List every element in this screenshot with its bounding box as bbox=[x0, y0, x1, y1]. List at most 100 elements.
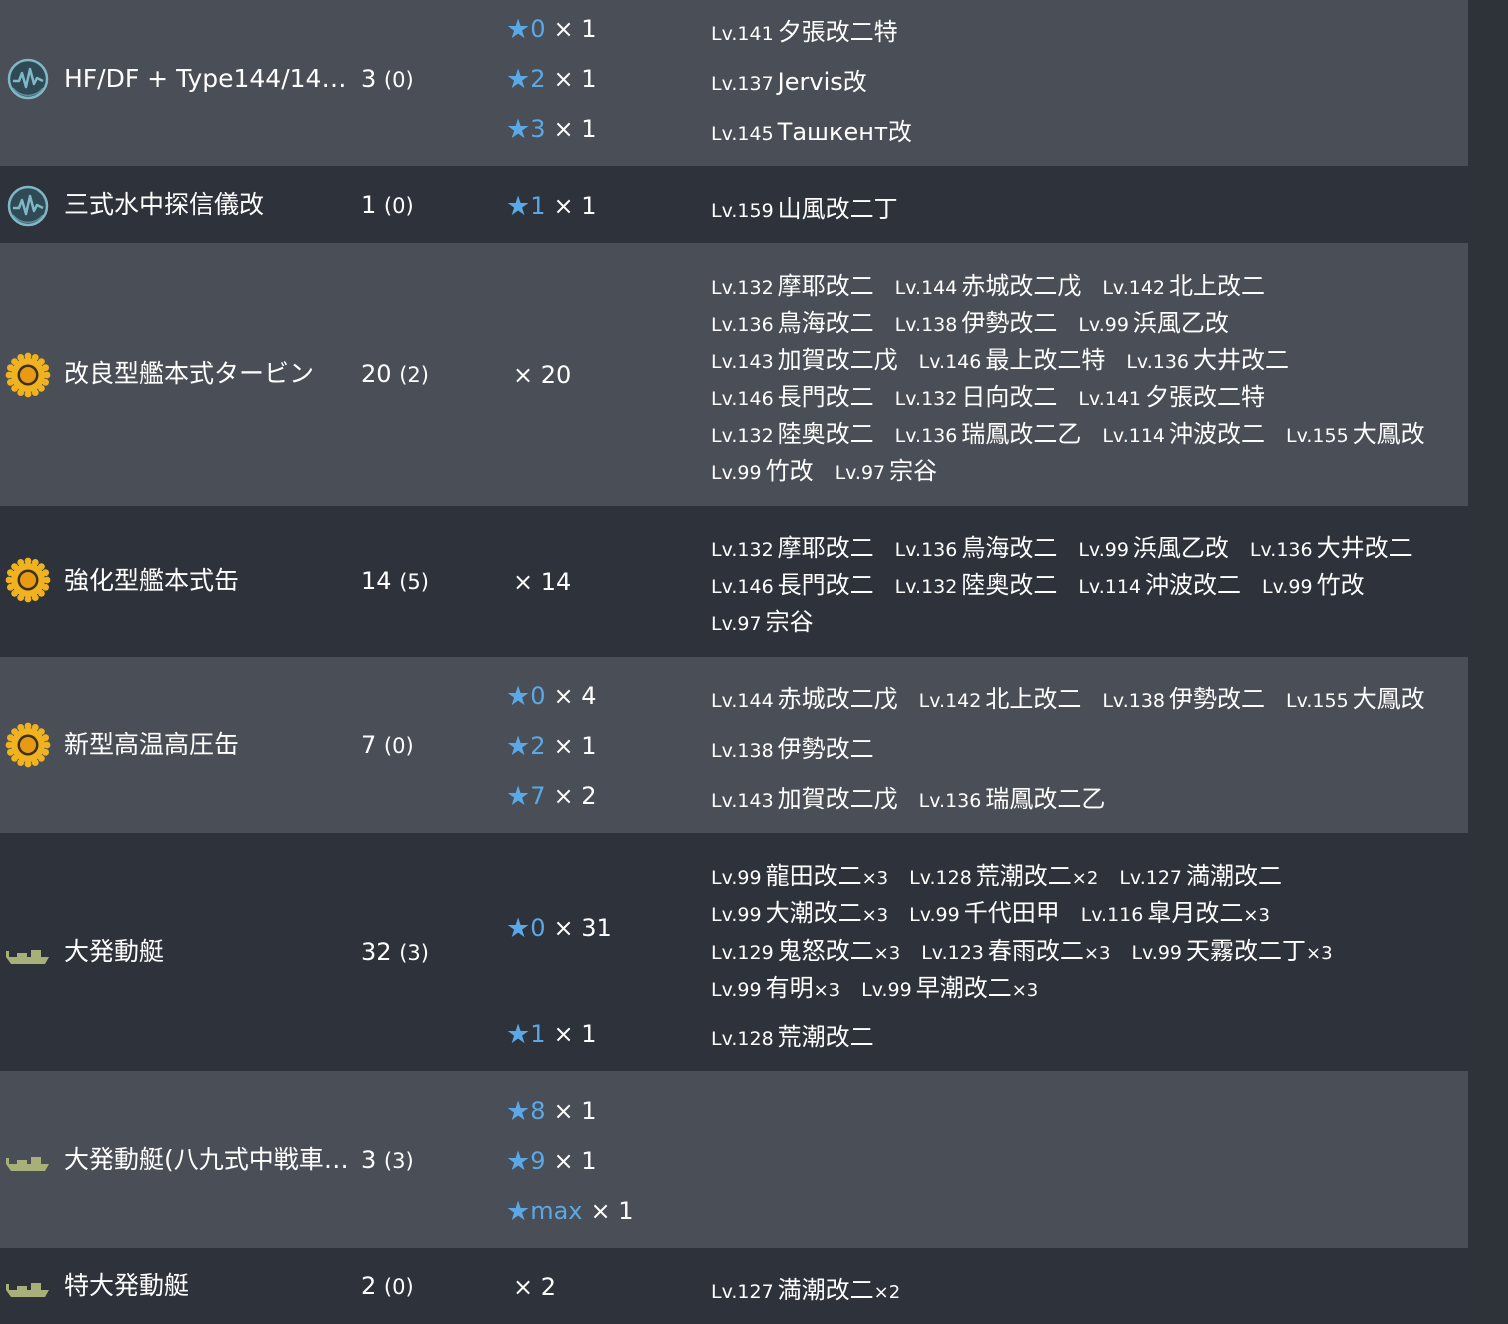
ship-name: 伊勢改二 bbox=[1169, 684, 1266, 713]
ship-level: Lv.127 bbox=[711, 1280, 774, 1303]
ship-level: Lv.99 bbox=[711, 866, 762, 889]
ship-entry[interactable]: Lv.155 大鳳改 bbox=[1286, 414, 1425, 449]
ship-entry[interactable]: Lv.99 有明 ×3 bbox=[711, 968, 840, 1003]
ship-entry[interactable]: Lv.144 赤城改二戊 bbox=[895, 266, 1082, 301]
equipment-row[interactable]: 特大発動艇 2 (0) × 2 Lv.127 満潮改二 ×2 bbox=[0, 1248, 1468, 1324]
ship-entry[interactable]: Lv.116 皐月改二 ×3 bbox=[1081, 893, 1270, 928]
ship-entry[interactable]: Lv.137 Jervis改 bbox=[711, 62, 867, 97]
ship-level: Lv.114 bbox=[1102, 424, 1166, 447]
ship-entry[interactable]: Lv.132 陸奥改二 bbox=[895, 565, 1058, 600]
ship-entry[interactable]: Lv.146 長門改二 bbox=[711, 565, 874, 600]
ship-entry[interactable]: Lv.136 瑞鳳改二乙 bbox=[919, 779, 1106, 814]
ship-level: Lv.142 bbox=[1102, 276, 1166, 299]
ship-entry[interactable]: Lv.138 伊勢改二 bbox=[711, 729, 874, 764]
equipment-row[interactable]: HF/DF + Type144/147 ASDIC3 (0)★0× 1Lv.14… bbox=[0, 0, 1468, 166]
star-icon: ★ bbox=[506, 13, 531, 45]
ship-level: Lv.99 bbox=[711, 978, 762, 1001]
equipment-count: 3 (3) bbox=[361, 1144, 414, 1177]
engine-icon bbox=[5, 352, 51, 398]
equipment-name: 新型高温高圧缶 bbox=[64, 730, 240, 759]
improvement-group: ★ 2 × 1 bbox=[506, 727, 597, 765]
ship-entry[interactable]: Lv.127 満潮改二 bbox=[1119, 856, 1282, 891]
ship-entry[interactable]: Lv.99 早潮改二 ×3 bbox=[861, 968, 1038, 1003]
ship-entry[interactable]: Lv.142 北上改二 bbox=[919, 679, 1082, 714]
equipment-row[interactable]: 強化型艦本式缶 14 (5) × 14 Lv.132 摩耶改二 Lv.136 鳥海改二 Lv.… bbox=[0, 506, 1468, 657]
improvement-group: ★ 8 × 1 bbox=[506, 1092, 597, 1130]
ship-entry[interactable]: Lv.99 浜風乙改 bbox=[1078, 303, 1229, 338]
ship-entry[interactable]: Lv.97 宗谷 bbox=[711, 602, 814, 637]
ship-entry[interactable]: Lv.159 山風改二丁 bbox=[711, 189, 898, 224]
ship-entry[interactable]: Lv.114 沖波改二 bbox=[1102, 414, 1265, 449]
ship-level: Lv.136 bbox=[711, 313, 774, 336]
ship-entry[interactable]: Lv.145 Ташкент改 bbox=[711, 112, 912, 147]
equipment-count: 3 (0) bbox=[361, 63, 414, 96]
ship-entry[interactable]: Lv.136 大井改二 bbox=[1250, 528, 1413, 563]
ship-entry[interactable]: Lv.99 竹改 bbox=[1262, 565, 1365, 600]
star-icon: ★ bbox=[506, 63, 531, 95]
ship-entry[interactable]: Lv.136 鳥海改二 bbox=[895, 528, 1058, 563]
ship-line: Lv.132 摩耶改二 Lv.144 赤城改二戊 Lv.142 北上改二 bbox=[711, 266, 1286, 300]
ship-entry[interactable]: Lv.99 千代田甲 bbox=[909, 893, 1060, 928]
landing-craft-icon bbox=[5, 931, 51, 977]
ship-entry[interactable]: Lv.97 宗谷 bbox=[835, 451, 938, 486]
ship-entry[interactable]: Lv.138 伊勢改二 bbox=[1102, 679, 1265, 714]
ship-entry[interactable]: Lv.132 摩耶改二 bbox=[711, 528, 874, 563]
ship-entry[interactable]: Lv.132 摩耶改二 bbox=[711, 266, 874, 301]
scrollbar-track[interactable] bbox=[1468, 0, 1508, 1324]
ship-level: Lv.138 bbox=[894, 313, 958, 336]
ship-entry[interactable]: Lv.143 加賀改二戊 bbox=[711, 340, 898, 375]
ship-entry[interactable]: Lv.128 荒潮改二 ×2 bbox=[909, 856, 1098, 891]
ship-entry[interactable]: Lv.99 竹改 bbox=[711, 451, 814, 486]
ship-entry[interactable]: Lv.127 満潮改二 ×2 bbox=[711, 1270, 900, 1305]
ship-entry[interactable]: Lv.136 大井改二 bbox=[1126, 340, 1289, 375]
ship-entry[interactable]: Lv.146 長門改二 bbox=[711, 377, 874, 412]
star-icon: ★ bbox=[506, 1145, 531, 1177]
ship-entry[interactable]: Lv.99 天霧改二丁 ×3 bbox=[1131, 931, 1332, 966]
ship-entry[interactable]: Lv.141 夕張改二特 bbox=[711, 12, 898, 47]
ship-name: 天霧改二丁 bbox=[1186, 936, 1307, 965]
count-total: 14 bbox=[361, 567, 392, 595]
ship-line: Lv.138 伊勢改二 bbox=[711, 729, 895, 763]
ship-entry[interactable]: Lv.99 浜風乙改 bbox=[1078, 528, 1229, 563]
equipment-row[interactable]: 大発動艇 32 (3) ★ 0 × 31 Lv.99 龍田改二 ×3 Lv.128 荒潮改二 ×2 L… bbox=[0, 833, 1468, 1071]
ship-entry[interactable]: Lv.132 日向改二 bbox=[895, 377, 1058, 412]
ship-name: 長門改二 bbox=[777, 570, 874, 599]
equipment-row[interactable]: 改良型艦本式タービン 20 (2) × 20 Lv.132 摩耶改二 Lv.144 赤城改二… bbox=[0, 243, 1468, 506]
ship-level: Lv.146 bbox=[711, 575, 774, 598]
improvement-level: 0 bbox=[530, 15, 546, 43]
equipment-row[interactable]: 大発動艇(八九式中戦車&陸戦隊)3 (3)★8× 1★9× 1★max× 1 bbox=[0, 1071, 1468, 1248]
ship-level: Lv.128 bbox=[909, 866, 972, 889]
ship-line: Lv.159 山風改二丁 bbox=[711, 189, 919, 223]
ship-line: Lv.143 加賀改二戊 Lv.136 瑞鳳改二乙 bbox=[711, 779, 1126, 813]
ship-entry[interactable]: Lv.99 大潮改二 ×3 bbox=[711, 893, 888, 928]
ship-entry[interactable]: Lv.136 鳥海改二 bbox=[711, 303, 874, 338]
ship-level: Lv.132 bbox=[711, 424, 774, 447]
ship-entry[interactable]: Lv.143 加賀改二戊 bbox=[711, 779, 898, 814]
ship-entry[interactable]: Lv.132 陸奥改二 bbox=[711, 414, 874, 449]
ship-entry[interactable]: Lv.128 荒潮改二 bbox=[711, 1017, 874, 1052]
ship-name: 荒潮改二 bbox=[975, 861, 1072, 890]
ship-level: Lv.116 bbox=[1080, 903, 1144, 926]
ship-entry[interactable]: Lv.136 瑞鳳改二乙 bbox=[895, 414, 1082, 449]
equipment-name: 大発動艇 bbox=[64, 937, 165, 966]
improvement-group: ★ 0 × 31 bbox=[506, 909, 612, 947]
ship-line: Lv.99 有明 ×3 Lv.99 早潮改二 ×3 bbox=[711, 968, 1059, 1002]
ship-entry[interactable]: Lv.155 大鳳改 bbox=[1286, 679, 1425, 714]
ship-name: 大井改二 bbox=[1316, 533, 1413, 562]
ship-entry[interactable]: Lv.138 伊勢改二 bbox=[895, 303, 1058, 338]
ship-entry[interactable]: Lv.146 最上改二特 bbox=[919, 340, 1106, 375]
ship-name: 陸奥改二 bbox=[961, 570, 1058, 599]
equipment-row[interactable]: 三式水中探信儀改 1 (0) ★ 1 × 1 Lv.159 山風改二丁 bbox=[0, 166, 1468, 243]
ship-name: 竹改 bbox=[1316, 570, 1365, 599]
ship-entry[interactable]: Lv.123 春雨改二 ×3 bbox=[921, 931, 1110, 966]
ship-entry[interactable]: Lv.144 赤城改二戊 bbox=[711, 679, 898, 714]
ship-entry[interactable]: Lv.142 北上改二 bbox=[1102, 266, 1265, 301]
count-total: 32 bbox=[361, 938, 392, 966]
ship-entry[interactable]: Lv.99 龍田改二 ×3 bbox=[711, 856, 888, 891]
equipment-row[interactable]: 新型高温高圧缶 7 (0) ★ 0 × 4 Lv.144 赤城改二戊 Lv.142 北上改二 Lv… bbox=[0, 657, 1468, 833]
ship-entry[interactable]: Lv.141 夕張改二特 bbox=[1078, 377, 1265, 412]
ship-name: 瑞鳳改二乙 bbox=[961, 419, 1082, 448]
ship-entry[interactable]: Lv.114 沖波改二 bbox=[1078, 565, 1241, 600]
ship-line: Lv.128 荒潮改二 bbox=[711, 1017, 895, 1051]
ship-entry[interactable]: Lv.129 鬼怒改二 ×3 bbox=[711, 931, 900, 966]
